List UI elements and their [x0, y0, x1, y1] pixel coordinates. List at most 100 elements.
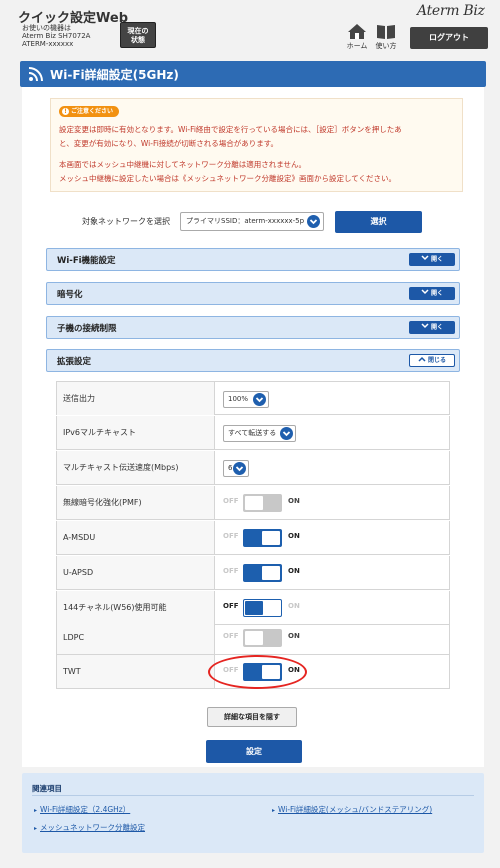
- ipv6-multicast-value: すべて転送する: [228, 429, 277, 437]
- expand-label: 開く: [431, 256, 444, 263]
- setting-row-ipv6-multicast: IPv6マルチキャスト すべて転送する: [56, 416, 450, 450]
- setting-label: U-APSD: [57, 556, 215, 589]
- multicast-rate-value: 6: [228, 464, 233, 472]
- hide-details-button[interactable]: 詳細な項目を隠す: [207, 707, 297, 727]
- arrow-right-icon: ▸: [272, 807, 276, 814]
- wifi-icon: [28, 67, 43, 82]
- switch-off-label: OFF: [223, 567, 239, 575]
- chevron-down-icon: [421, 323, 429, 329]
- setting-label: 送信出力: [57, 382, 215, 415]
- select-network-button[interactable]: 選択: [335, 211, 422, 233]
- device-name: ATERM-xxxxxx: [22, 40, 74, 48]
- section-advanced[interactable]: 拡張設定 閉じる: [46, 349, 460, 372]
- toggle-switch[interactable]: [243, 564, 282, 582]
- arrow-right-icon: ▸: [34, 807, 38, 814]
- status-button-line2: 状態: [131, 36, 145, 44]
- book-icon: [377, 25, 395, 39]
- multicast-rate-select[interactable]: 6: [223, 460, 249, 477]
- setting-row-uapsd: U-APSD OFF ON: [56, 556, 450, 590]
- chevron-down-icon: [307, 215, 320, 228]
- setting-row-ch144: 144チャネル(W56)使用可能 OFF ON: [56, 591, 450, 625]
- logout-button[interactable]: ログアウト: [410, 27, 488, 49]
- section-wifi-function[interactable]: Wi-Fi機能設定 開く: [46, 248, 460, 271]
- setting-label: 無線暗号化強化(PMF): [57, 486, 215, 519]
- app-header: クイック設定Web お使いの機器は Aterm Biz SH7072A ATER…: [0, 0, 500, 56]
- setting-label: 144チャネル(W56)使用可能: [57, 591, 215, 624]
- ipv6-multicast-select[interactable]: すべて転送する: [223, 425, 296, 442]
- expand-label: 開く: [431, 324, 444, 331]
- chevron-down-icon: [233, 462, 246, 475]
- setting-row-multicast-rate: マルチキャスト伝送速度(Mbps) 6: [56, 451, 450, 485]
- switch-off-label: OFF: [223, 602, 239, 610]
- twt-highlight-annotation: [208, 655, 307, 689]
- toggle-switch[interactable]: [243, 494, 282, 512]
- setting-label: A-MSDU: [57, 521, 215, 554]
- divider: [32, 795, 474, 796]
- section-label: Wi-Fi機能設定: [57, 256, 116, 266]
- chevron-down-icon: [421, 255, 429, 261]
- network-select-value: プライマリSSID：aterm-xxxxxx-5p: [186, 217, 305, 225]
- notice-text: 設定変更は即時に有効となります。Wi-Fi経由で設定を行っている場合には、［設定…: [59, 125, 402, 134]
- switch-on-label: ON: [288, 497, 300, 505]
- switch-knob: [245, 631, 263, 645]
- notice-text: 本画面ではメッシュ中継機に対してネットワーク分離は適用されません。: [59, 160, 307, 169]
- notice-tag: ! ご注意ください: [59, 106, 120, 117]
- page-title: Wi-Fi詳細設定(5GHz): [50, 68, 179, 82]
- notice-text: メッシュ中継機に設定したい場合は《メッシュネットワーク分離設定》画面から設定して…: [59, 174, 397, 183]
- section-encryption[interactable]: 暗号化 開く: [46, 282, 460, 305]
- section-label: 暗号化: [57, 290, 83, 300]
- related-links-panel: 関連項目 ▸ Wi-Fi詳細設定（2.4GHz） ▸ Wi-Fi詳細設定(メッシュ/…: [22, 773, 484, 853]
- section-client-restriction[interactable]: 子機の接続制限 開く: [46, 316, 460, 339]
- switch-off-label: OFF: [223, 497, 239, 505]
- setting-row-amsdu: A-MSDU OFF ON: [56, 521, 450, 555]
- chevron-up-icon: [418, 356, 426, 362]
- howto-label: 使い方: [375, 42, 397, 50]
- link-label: Wi-Fi詳細設定（2.4GHz）: [40, 805, 131, 814]
- switch-on-label: ON: [288, 632, 300, 640]
- collapse-button[interactable]: 閉じる: [409, 354, 455, 367]
- switch-on-label: ON: [288, 567, 300, 575]
- network-select[interactable]: プライマリSSID：aterm-xxxxxx-5p: [180, 212, 324, 231]
- expand-label: 開く: [431, 290, 444, 297]
- toggle-switch[interactable]: [243, 599, 282, 617]
- setting-row-tx-power: 送信出力 100%: [56, 381, 450, 415]
- setting-label: TWT: [57, 655, 215, 688]
- expand-button[interactable]: 開く: [409, 321, 455, 334]
- collapse-label: 閉じる: [428, 357, 447, 364]
- howto-nav[interactable]: 使い方: [371, 24, 401, 51]
- switch-on-label: ON: [288, 532, 300, 540]
- notice-tag-label: ご注意ください: [71, 108, 114, 115]
- switch-knob: [245, 496, 263, 510]
- chevron-down-icon: [280, 427, 293, 440]
- link-label: Wi-Fi詳細設定(メッシュ/バンドステアリング): [278, 805, 433, 814]
- setting-label: IPv6マルチキャスト: [57, 416, 215, 449]
- switch-on-label: ON: [288, 602, 300, 610]
- tx-power-value: 100%: [228, 395, 249, 403]
- home-label: ホーム: [346, 42, 368, 50]
- notice-text: と、変更が有効になり、Wi-Fi接続が切断される場合があります。: [59, 139, 279, 148]
- home-nav[interactable]: ホーム: [342, 24, 372, 51]
- setting-label: LDPC: [57, 621, 215, 654]
- section-label: 拡張設定: [57, 357, 92, 367]
- tx-power-select[interactable]: 100%: [223, 391, 269, 408]
- toggle-switch[interactable]: [243, 529, 282, 547]
- arrow-right-icon: ▸: [34, 825, 38, 832]
- current-status-button[interactable]: 現在の 状態: [120, 22, 156, 48]
- link-mesh-isolation[interactable]: ▸ メッシュネットワーク分離設定: [34, 822, 145, 833]
- switch-off-label: OFF: [223, 532, 239, 540]
- chevron-down-icon: [253, 393, 266, 406]
- related-title: 関連項目: [32, 784, 62, 793]
- toggle-switch[interactable]: [243, 629, 282, 647]
- switch-knob: [245, 601, 263, 615]
- link-wifi-24ghz[interactable]: ▸ Wi-Fi詳細設定（2.4GHz）: [34, 804, 130, 815]
- expand-button[interactable]: 開く: [409, 253, 455, 266]
- setting-row-pmf: 無線暗号化強化(PMF) OFF ON: [56, 486, 450, 520]
- section-label: 子機の接続制限: [57, 324, 117, 334]
- status-button-line1: 現在の: [127, 27, 149, 35]
- chevron-down-icon: [421, 289, 429, 295]
- switch-off-label: OFF: [223, 632, 239, 640]
- notice-box: ! ご注意ください 設定変更は即時に有効となります。Wi-Fi経由で設定を行ってい…: [50, 98, 463, 192]
- link-wifi-mesh[interactable]: ▸ Wi-Fi詳細設定(メッシュ/バンドステアリング): [272, 804, 432, 815]
- apply-button[interactable]: 設定: [206, 740, 302, 763]
- expand-button[interactable]: 開く: [409, 287, 455, 300]
